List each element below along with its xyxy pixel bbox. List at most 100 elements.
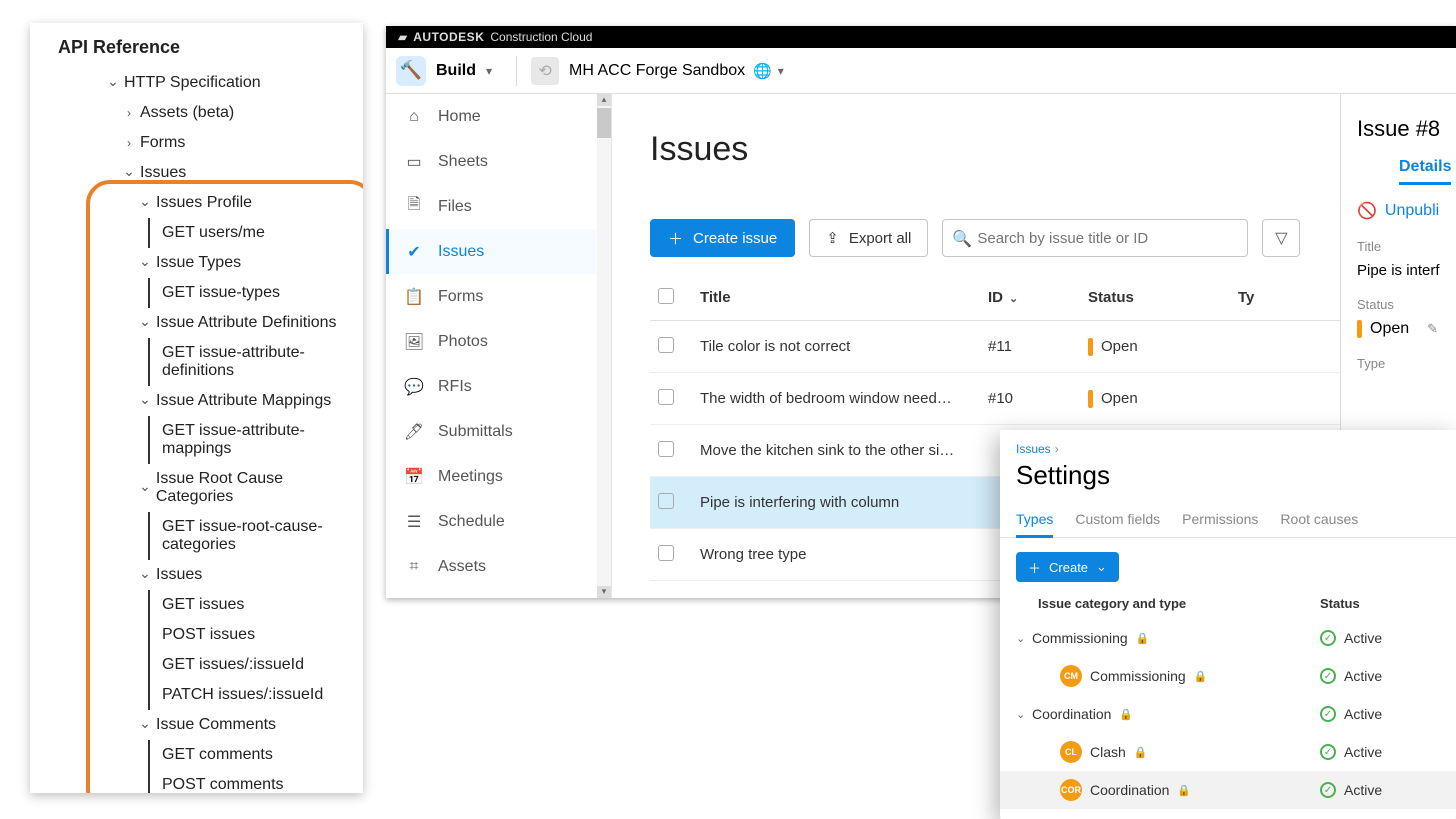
category-row[interactable]: ⌄ Commissioning🔒 ✓Active [1000,619,1456,657]
tab-root-causes[interactable]: Root causes [1280,503,1358,537]
active-check-icon: ✓ [1320,706,1336,722]
photos-icon: 🖼 [404,332,424,352]
table-row[interactable]: Tile color is not correct #11 Open ⋮ [650,321,1456,373]
export-all-button[interactable]: ⇪Export all [809,219,928,257]
toolbar: ＋Create issue ⇪Export all 🔍 ▽ [650,219,1456,257]
create-type-button[interactable]: ＋Create⌄ [1016,552,1119,582]
category-row[interactable]: ⌄ Coordination🔒 ✓Active [1000,695,1456,733]
tab-details[interactable]: Details [1399,158,1451,185]
export-icon: ⇪ [826,229,839,247]
endpoint-post-issues[interactable]: POST issues [150,620,363,650]
field-value-status[interactable]: Open✎ [1357,320,1456,338]
endpoint-issue-types[interactable]: GET issue-types [150,278,363,308]
endpoint-get-issue-id[interactable]: GET issues/:issueId [150,650,363,680]
row-checkbox[interactable] [658,389,674,405]
files-icon: 🗎 [404,193,424,220]
issues-icon: ✔ [404,242,424,262]
caret-down-icon[interactable]: ▾ [778,64,784,78]
create-issue-button[interactable]: ＋Create issue [650,219,795,257]
caret-down-icon [138,195,152,212]
nav-assets[interactable]: ⌗Assets [386,544,611,589]
tree-http-spec[interactable]: HTTP Specification [30,68,363,98]
col-title[interactable]: Title [700,289,988,306]
search-input[interactable] [942,219,1248,257]
chevron-down-icon: ⌄ [1096,559,1107,575]
details-heading: Issue #8 [1357,116,1456,142]
table-row[interactable]: The width of bedroom window need… #10 Op… [650,373,1456,425]
filter-button[interactable]: ▽ [1262,219,1300,257]
nav-schedule[interactable]: ☰Schedule [386,499,611,544]
caret-down-icon [122,165,136,182]
type-row[interactable]: CORCoordination🔒 ✓Active [1000,771,1456,809]
field-label-status: Status [1357,297,1456,312]
endpoint-get-comments[interactable]: GET comments [150,740,363,770]
scroll-up-icon[interactable]: ▴ [597,94,611,106]
search-icon: 🔍 [952,229,972,249]
endpoint-attr-def[interactable]: GET issue-attribute-definitions [150,338,363,386]
nav-files[interactable]: 🗎Files [386,184,611,229]
row-id: #10 [988,390,1088,407]
back-button[interactable]: ⟲ [531,57,559,85]
tree-forms[interactable]: Forms [30,128,363,158]
tree-issue-types[interactable]: Issue Types [30,248,363,278]
col-status[interactable]: Status [1088,289,1238,306]
col-id[interactable]: ID⌄ [988,289,1088,306]
tree-attr-def[interactable]: Issue Attribute Definitions [30,308,363,338]
status-color-icon [1088,390,1093,408]
endpoint-attr-map[interactable]: GET issue-attribute-mappings [150,416,363,464]
endpoint-users-me[interactable]: GET users/me [150,218,363,248]
api-tree: HTTP Specification Assets (beta) Forms I… [30,68,363,793]
breadcrumb[interactable]: Issues› [1000,430,1456,456]
nav-photos[interactable]: 🖼Photos [386,319,611,364]
caret-down-icon: ▾ [486,64,492,78]
tree-attr-map[interactable]: Issue Attribute Mappings [30,386,363,416]
row-title: Tile color is not correct [700,338,988,355]
build-label: Build [436,62,476,80]
col-type[interactable]: Ty [1238,289,1276,306]
nav-sheets[interactable]: ▭Sheets [386,139,611,184]
row-checkbox[interactable] [658,441,674,457]
nav-forms[interactable]: 📋Forms [386,274,611,319]
row-checkbox[interactable] [658,493,674,509]
tree-root-cause[interactable]: Issue Root Cause Categories [30,464,363,512]
endpoint-get-issues[interactable]: GET issues [150,590,363,620]
scrollbar[interactable]: ▴ ▾ [597,94,611,598]
active-check-icon: ✓ [1320,744,1336,760]
module-switcher[interactable]: 🔨 Build ▾ [386,56,502,86]
nav-home[interactable]: ⌂Home [386,94,611,139]
endpoint-patch-issue-id[interactable]: PATCH issues/:issueId [150,680,363,710]
active-check-icon: ✓ [1320,630,1336,646]
eye-off-icon: 🚫 [1357,201,1377,221]
edit-icon[interactable]: ✎ [1427,321,1438,337]
expand-icon[interactable]: ⌄ [1016,708,1032,721]
tree-comments[interactable]: Issue Comments [30,710,363,740]
category-row[interactable]: ⌄ Design🔒 ✓Active [1000,809,1456,819]
scroll-thumb[interactable] [597,108,611,138]
tree-assets[interactable]: Assets (beta) [30,98,363,128]
type-row[interactable]: CMCommissioning🔒 ✓Active [1000,657,1456,695]
tab-custom-fields[interactable]: Custom fields [1075,503,1160,537]
type-row[interactable]: CLClash🔒 ✓Active [1000,733,1456,771]
row-checkbox[interactable] [658,337,674,353]
nav-submittals[interactable]: 🖊Submittals [386,409,611,454]
scroll-down-icon[interactable]: ▾ [597,586,611,598]
endpoint-root-cause[interactable]: GET issue-root-cause-categories [150,512,363,560]
field-label-type: Type [1357,356,1456,371]
meetings-icon: 📅 [404,467,424,487]
assets-icon: ⌗ [404,558,424,576]
select-all-checkbox[interactable] [658,288,674,304]
nav-rfis[interactable]: 💬RFIs [386,364,611,409]
tab-permissions[interactable]: Permissions [1182,503,1258,537]
endpoint-post-comments[interactable]: POST comments [150,770,363,793]
nav-meetings[interactable]: 📅Meetings [386,454,611,499]
row-checkbox[interactable] [658,545,674,561]
tree-issues-group[interactable]: Issues [30,560,363,590]
schedule-icon: ☰ [404,512,424,532]
status-color-icon [1357,320,1362,338]
expand-icon[interactable]: ⌄ [1016,632,1032,645]
tree-issues-profile[interactable]: Issues Profile [30,188,363,218]
nav-issues[interactable]: ✔Issues [386,229,611,274]
tab-types[interactable]: Types [1016,503,1053,538]
tree-issues[interactable]: Issues [30,158,363,188]
row-id: #11 [988,338,1088,355]
